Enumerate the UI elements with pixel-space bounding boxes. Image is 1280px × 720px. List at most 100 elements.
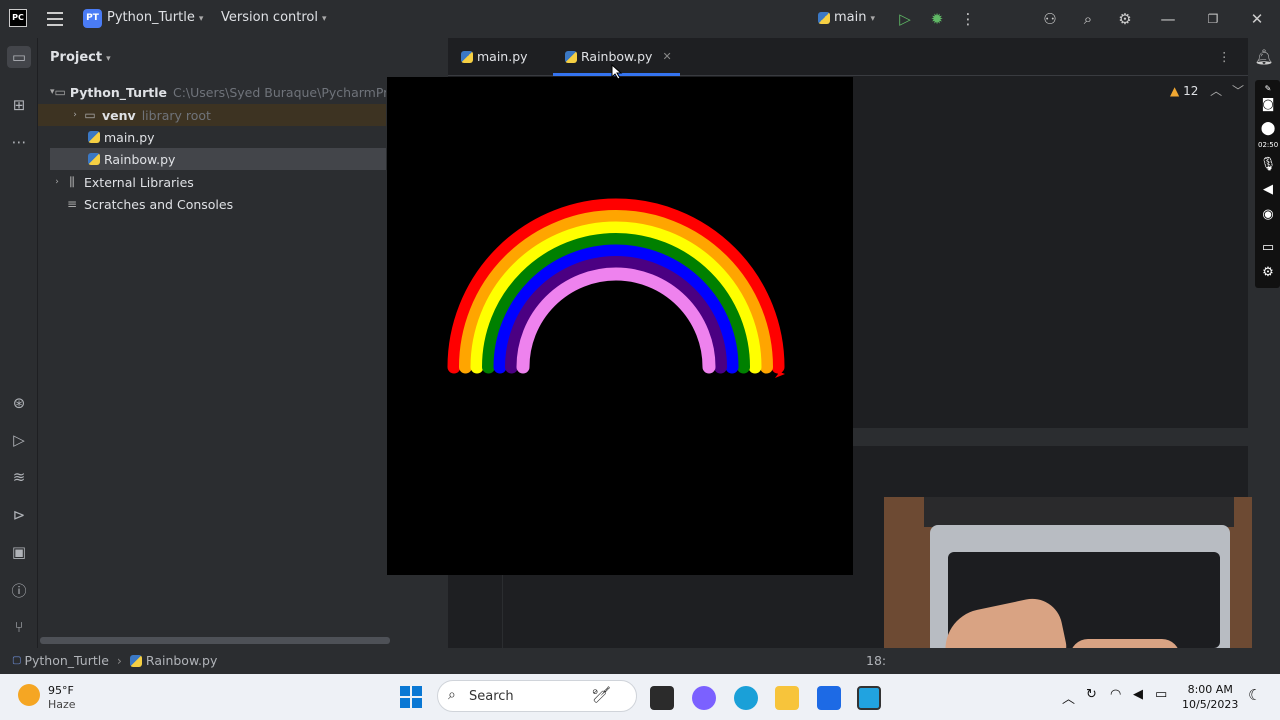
pycharm-logo-icon[interactable]: PC bbox=[9, 9, 27, 27]
tab-options-icon[interactable]: ⋮ bbox=[1218, 49, 1231, 64]
problems-icon[interactable]: ⓘ bbox=[7, 579, 31, 601]
volume-icon[interactable]: ◀ bbox=[1133, 687, 1143, 702]
tree-item-venv[interactable]: › ▭ venv library root bbox=[38, 104, 386, 126]
system-clock[interactable]: 8:00 AM 10/5/2023 bbox=[1182, 682, 1238, 712]
taskbar-search[interactable]: ⌕ Search 🏏︎ bbox=[437, 680, 637, 712]
weather-sun-icon[interactable] bbox=[18, 684, 40, 706]
layers-icon[interactable]: ≋ bbox=[7, 466, 31, 488]
webcam-icon[interactable]: ◉ bbox=[1258, 207, 1278, 225]
project-horizontal-scrollbar[interactable] bbox=[40, 637, 390, 644]
wifi-icon[interactable]: ◠ bbox=[1110, 687, 1121, 702]
weather-widget[interactable]: 95°F Haze bbox=[48, 684, 76, 712]
breadcrumb-project[interactable]: Python_Turtle bbox=[24, 653, 108, 668]
run-tool-icon[interactable]: ▷ bbox=[7, 429, 31, 451]
task-view-icon[interactable] bbox=[650, 686, 674, 710]
caret-position[interactable]: 18: bbox=[866, 653, 886, 668]
tree-item-label: main.py bbox=[104, 129, 155, 145]
tree-item-label: Rainbow.py bbox=[104, 151, 176, 167]
notifications-bell-icon[interactable]: 🔔︎ bbox=[1254, 48, 1274, 68]
tree-item-label: Python_Turtle bbox=[69, 84, 167, 100]
library-icon: ⫼ bbox=[69, 174, 75, 189]
python-console-icon[interactable]: ⊛ bbox=[7, 392, 31, 414]
microphone-icon[interactable]: 🎙︎ bbox=[1258, 157, 1278, 175]
window-icon[interactable]: ▭ bbox=[1258, 240, 1278, 258]
project-folder-icon[interactable]: ▭ bbox=[7, 46, 31, 68]
tree-item-main-py[interactable]: main.py bbox=[38, 126, 386, 148]
recording-timer: 02:50 bbox=[1258, 141, 1279, 149]
tree-item-label: Scratches and Consoles bbox=[84, 196, 234, 212]
microsoft-store-icon[interactable] bbox=[817, 686, 841, 710]
clock-date: 10/5/2023 bbox=[1182, 698, 1239, 711]
tree-item-scratches[interactable]: ≡ Scratches and Consoles bbox=[38, 193, 386, 215]
left-tool-strip: ▭ ⊞ ⋯ ⊛ ▷ ≋ ⊳ ▣ ⓘ ⑂ bbox=[0, 38, 38, 648]
search-icon: ⌕ bbox=[448, 687, 456, 703]
chevron-up-icon[interactable]: ︿ bbox=[1210, 84, 1222, 98]
python-icon bbox=[818, 11, 830, 24]
python-file-icon bbox=[461, 50, 473, 63]
chevron-down-icon: ▾ bbox=[198, 14, 204, 24]
close-tab-icon[interactable]: ✕ bbox=[662, 50, 671, 63]
debug-icon[interactable]: ✹ bbox=[926, 8, 948, 30]
notification-icon[interactable]: ☾ bbox=[1248, 686, 1261, 704]
python-file-icon bbox=[88, 131, 100, 143]
scratches-icon: ≡ bbox=[66, 197, 78, 211]
module-icon: ▢ bbox=[12, 655, 22, 666]
start-button[interactable] bbox=[400, 686, 422, 708]
chevron-up-icon[interactable]: ︿ bbox=[1062, 688, 1075, 707]
python-file-icon bbox=[565, 50, 577, 63]
search-placeholder: Search bbox=[469, 689, 514, 704]
recorder-settings-icon[interactable]: ⚙ bbox=[1258, 265, 1278, 283]
settings-gear-icon[interactable]: ⚙ bbox=[1114, 8, 1136, 30]
close-icon[interactable]: ✕ bbox=[1246, 8, 1268, 30]
screen-recorder-app-icon[interactable] bbox=[857, 686, 881, 710]
python-file-icon bbox=[88, 153, 100, 165]
record-icon[interactable]: ⬤ bbox=[1258, 121, 1278, 139]
windows-taskbar: 95°F Haze ⌕ Search 🏏︎ ︿ ↻ ◠ ◀ ▭ 8:00 AM … bbox=[0, 674, 1280, 720]
chat-icon[interactable] bbox=[692, 686, 716, 710]
speaker-icon[interactable]: ◀ bbox=[1258, 182, 1278, 200]
battery-icon[interactable]: ▭ bbox=[1155, 687, 1167, 702]
tree-item-rainbow-py[interactable]: Rainbow.py bbox=[50, 148, 386, 170]
search-icon[interactable]: ⌕ bbox=[1077, 8, 1099, 30]
chevron-down-icon[interactable]: ﹀ bbox=[1232, 84, 1244, 98]
minimize-icon[interactable]: — bbox=[1157, 8, 1179, 30]
run-config-selector[interactable]: main ▾ bbox=[818, 10, 875, 25]
warning-count: 12 bbox=[1183, 84, 1199, 98]
laptop-lid bbox=[924, 497, 1234, 527]
run-icon[interactable]: ▷ bbox=[894, 8, 916, 30]
tab-main-py[interactable]: main.py bbox=[461, 49, 528, 64]
pycharm-screen: PC PT Python_Turtle ▾ Version control ▾ ma… bbox=[0, 0, 1280, 720]
file-explorer-icon[interactable] bbox=[775, 686, 799, 710]
services-icon[interactable]: ⊳ bbox=[7, 504, 31, 526]
more-actions-icon[interactable]: ⋮ bbox=[957, 8, 979, 30]
turtle-graphics-window bbox=[387, 77, 853, 575]
inspection-widget[interactable]: ▲ 12 ︿ ﹀ bbox=[1170, 82, 1244, 99]
add-user-icon[interactable]: ⚇ bbox=[1039, 8, 1061, 30]
project-switcher[interactable]: Python_Turtle ▾ bbox=[107, 10, 203, 25]
project-panel-title: Project bbox=[50, 50, 103, 65]
structure-icon[interactable]: ⊞ bbox=[7, 94, 31, 116]
more-tools-icon[interactable]: ⋯ bbox=[7, 131, 31, 153]
editor-tabs: main.py Rainbow.py ✕ ⋮ bbox=[448, 38, 1248, 76]
maximize-icon[interactable]: ❐ bbox=[1202, 8, 1224, 30]
run-config-label: main bbox=[834, 10, 867, 25]
tree-item-external-libraries[interactable]: › ⫼ External Libraries bbox=[38, 171, 386, 193]
sync-icon[interactable]: ↻ bbox=[1086, 687, 1097, 702]
folder-icon: ▭ bbox=[54, 85, 66, 99]
breadcrumb-file[interactable]: Rainbow.py bbox=[146, 653, 217, 668]
tree-item-project-root[interactable]: ▾ ▭ Python_Turtle C:\Users\Syed Buraque\… bbox=[38, 81, 386, 103]
main-menu-icon[interactable] bbox=[47, 12, 63, 26]
camera-icon[interactable]: ◙ bbox=[1258, 97, 1278, 115]
project-panel-header[interactable]: Project ▾ bbox=[50, 50, 111, 65]
tree-item-label: External Libraries bbox=[84, 174, 194, 190]
project-badge[interactable]: PT bbox=[83, 9, 102, 28]
tree-item-path: C:\Users\Syed Buraque\PycharmPro bbox=[172, 84, 386, 100]
mouse-pointer-icon bbox=[611, 64, 623, 80]
version-control-label: Version control bbox=[221, 10, 318, 25]
version-control-menu[interactable]: Version control ▾ bbox=[221, 10, 327, 25]
tab-rainbow-py[interactable]: Rainbow.py ✕ bbox=[565, 49, 672, 64]
terminal-icon[interactable]: ▣ bbox=[7, 541, 31, 563]
edge-browser-icon[interactable] bbox=[734, 686, 758, 710]
rainbow-drawing bbox=[447, 198, 785, 378]
git-icon[interactable]: ⑂ bbox=[7, 616, 31, 638]
